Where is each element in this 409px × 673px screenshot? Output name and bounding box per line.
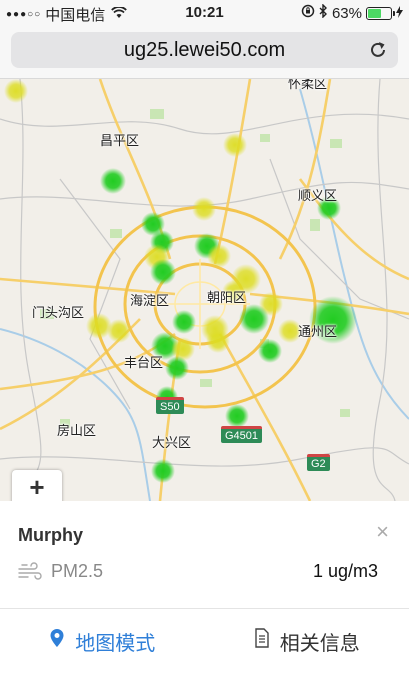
place-label-tongzhou: 通州区 (298, 324, 338, 339)
place-label-huairou: 怀柔区 (288, 79, 328, 91)
place-label-fangshan: 房山区 (57, 423, 97, 438)
highway-shield-g2: G2 (307, 454, 330, 471)
place-label-chaoyang: 朝阳区 (207, 290, 247, 305)
charging-icon (396, 5, 403, 22)
aq-marker-good (100, 168, 126, 194)
aq-marker-good (258, 339, 282, 363)
aq-marker-moderate (107, 319, 131, 343)
aq-marker-good (225, 404, 249, 428)
tab-related-info[interactable]: 相关信息 (205, 609, 409, 673)
aq-marker-good (239, 304, 269, 334)
status-bar: ●●●○○ 中国电信 10:21 63% (0, 0, 409, 26)
place-label-daxing: 大兴区 (152, 435, 192, 450)
browser-toolbar: ug25.lewei50.com (0, 26, 409, 79)
aq-marker-moderate (192, 197, 216, 221)
place-label-shunyi: 顺义区 (298, 188, 338, 203)
tab-label: 相关信息 (279, 632, 360, 655)
map-view[interactable]: 怀柔区 昌平区 顺义区 门头沟区 海淀区 朝阳区 通州区 丰台区 房山区 大兴区… (0, 79, 409, 501)
tab-bar: 地图模式 相关信息 (0, 609, 409, 673)
document-icon (254, 628, 270, 654)
tab-label: 地图模式 (75, 632, 156, 655)
aq-marker-moderate (223, 133, 247, 157)
metric-value: 1 ug/m3 (312, 561, 378, 581)
map-pin-icon (49, 628, 65, 654)
battery-percent: 63% (331, 4, 362, 22)
metric-name: PM2.5 (51, 561, 104, 581)
place-label-fengtai: 丰台区 (124, 355, 164, 370)
highway-shield-g4501: G4501 (221, 426, 263, 443)
rivers (0, 88, 409, 501)
reload-icon[interactable] (367, 39, 389, 61)
place-label-mentougou: 门头沟区 (32, 305, 85, 320)
url-text: ug25.lewei50.com (123, 38, 286, 61)
place-label-haidian: 海淀区 (130, 293, 170, 308)
aq-marker-moderate (4, 79, 28, 103)
rotation-lock-icon (301, 4, 315, 22)
bluetooth-icon (319, 3, 328, 22)
park-areas (40, 109, 350, 428)
close-button[interactable]: × (376, 519, 389, 545)
place-label-changping: 昌平区 (100, 133, 140, 148)
battery-fill (368, 8, 381, 18)
status-right: 63% (301, 3, 403, 22)
aq-marker-moderate (206, 329, 230, 353)
aq-marker-good (165, 356, 189, 380)
zoom-in-button[interactable]: + (12, 470, 62, 504)
address-bar[interactable]: ug25.lewei50.com (11, 32, 398, 68)
station-info-panel: Murphy × PM2.5 1 ug/m3 (0, 501, 409, 609)
wind-icon (18, 562, 42, 582)
tab-map-mode[interactable]: 地图模式 (0, 609, 205, 673)
aq-marker-moderate (207, 244, 231, 268)
highway-shield-s50: S50 (156, 397, 184, 414)
station-name: Murphy (18, 525, 83, 545)
aq-marker-good (151, 459, 175, 483)
aq-marker-good (172, 310, 196, 334)
battery-icon (366, 6, 395, 20)
aq-marker-good (150, 259, 176, 285)
